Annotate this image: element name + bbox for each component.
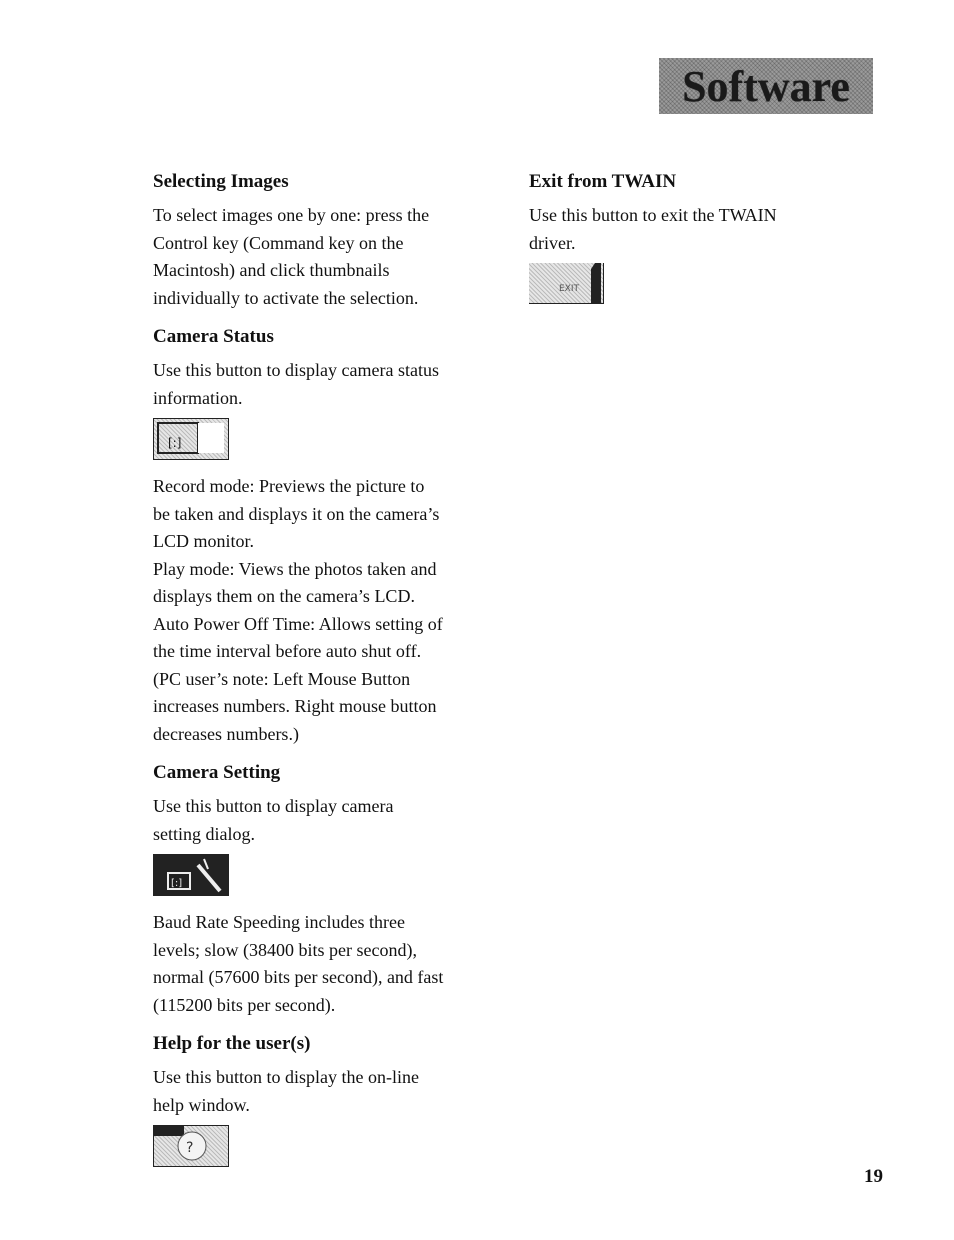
text-line: increases numbers. Right mouse button bbox=[153, 696, 437, 716]
text-line: LCD monitor. bbox=[153, 531, 255, 551]
heading-exit-twain: Exit from TWAIN bbox=[529, 171, 677, 192]
text-line: decreases numbers.) bbox=[153, 723, 299, 744]
text-line: Baud Rate Speeding includes three bbox=[153, 912, 405, 932]
right-column: Exit from TWAIN Use this button to exit … bbox=[529, 171, 859, 318]
text-line: (115200 bits per second). bbox=[153, 994, 336, 1015]
svg-text:[:]: [:] bbox=[171, 878, 182, 889]
text-line: To select images one by one: press the bbox=[153, 205, 430, 225]
text-line: be taken and displays it on the camera’s bbox=[153, 503, 440, 524]
exit-icon: EXIT bbox=[529, 263, 604, 304]
help-icon: ? bbox=[153, 1125, 229, 1167]
left-column: Selecting Images To select images one by… bbox=[153, 171, 483, 1181]
text-line: Use this button to exit the TWAIN bbox=[529, 205, 777, 225]
text-line: Record mode: Previews the picture to bbox=[153, 476, 425, 496]
text-line: information. bbox=[153, 387, 243, 408]
text-line: displays them on the camera’s LCD. bbox=[153, 586, 415, 606]
text-line: individually to activate the selection. bbox=[153, 287, 419, 308]
text-line: help window. bbox=[153, 1094, 250, 1115]
section-banner: Software bbox=[659, 58, 873, 114]
svg-text:EXIT: EXIT bbox=[559, 284, 580, 294]
svg-text:[:]: [:] bbox=[168, 436, 181, 450]
text-line: Use this button to display camera status bbox=[153, 360, 439, 380]
text-line: Auto Power Off Time: Allows setting of bbox=[153, 613, 443, 634]
selecting-images-text: To select images one by one: press the C… bbox=[153, 203, 483, 310]
heading-camera-status: Camera Status bbox=[153, 326, 274, 347]
text-line: Use this button to display camera bbox=[153, 796, 394, 816]
text-line: normal (57600 bits per second), and fast bbox=[153, 967, 444, 987]
heading-camera-setting: Camera Setting bbox=[153, 762, 281, 783]
camera-setting-icon: [:] bbox=[153, 854, 229, 896]
heading-selecting-images: Selecting Images bbox=[153, 171, 289, 192]
text-line: levels; slow (38400 bits per second), bbox=[153, 939, 417, 960]
camera-status-icon: [:] bbox=[153, 418, 229, 460]
text-line: Use this button to display the on-line bbox=[153, 1067, 419, 1087]
text-line: Control key (Command key on the bbox=[153, 232, 404, 253]
text-line: (PC user’s note: Left Mouse Button bbox=[153, 668, 411, 689]
heading-help: Help for the user(s) bbox=[153, 1033, 311, 1054]
section-title: Software bbox=[682, 61, 850, 111]
text-line: Play mode: Views the photos taken and bbox=[153, 558, 437, 579]
page-number: 19 bbox=[864, 1166, 883, 1187]
text-line: driver. bbox=[529, 232, 576, 253]
svg-text:?: ? bbox=[186, 1140, 193, 1156]
text-line: the time interval before auto shut off. bbox=[153, 641, 422, 661]
text-line: setting dialog. bbox=[153, 823, 255, 844]
text-line: Macintosh) and click thumbnails bbox=[153, 260, 390, 280]
